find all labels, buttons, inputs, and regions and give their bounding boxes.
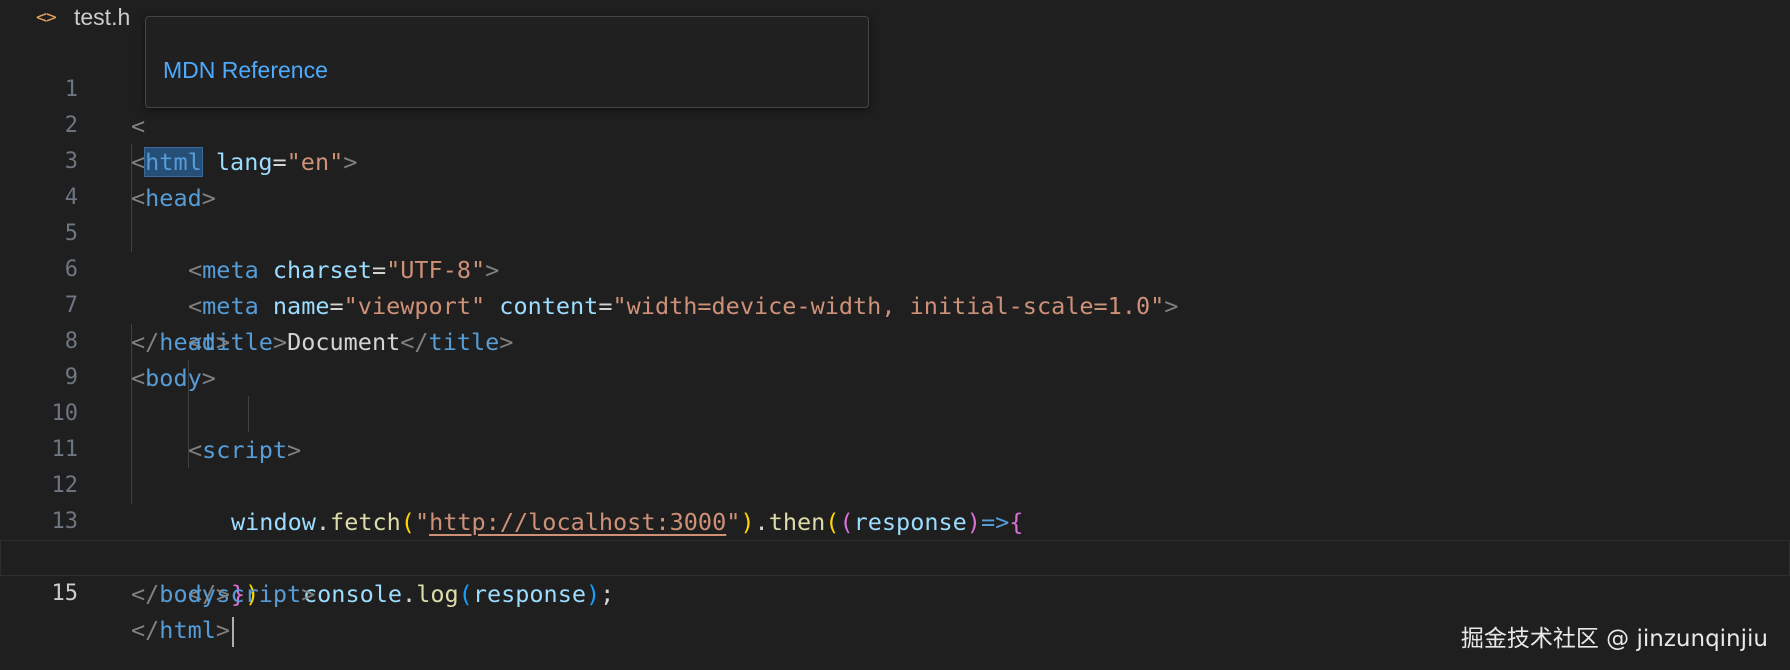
code-line: 11 console.log(response); bbox=[0, 396, 1790, 608]
code-editor[interactable]: 1 < 2 <html lang="en"> 3 <head> 4 <meta … bbox=[0, 16, 1790, 647]
indent-guide bbox=[131, 432, 132, 468]
paren: ) bbox=[586, 580, 601, 608]
indent-guide bbox=[131, 396, 132, 432]
paren: ( bbox=[458, 580, 473, 608]
dot: . bbox=[402, 580, 417, 608]
semicolon: ; bbox=[600, 580, 615, 608]
bracket: </ bbox=[131, 580, 160, 608]
bracket: > bbox=[215, 616, 231, 644]
code-line: 8 <body> bbox=[0, 288, 1790, 392]
hover-widget: MDN Reference bbox=[145, 16, 869, 108]
code-line: 13 </script> bbox=[0, 468, 1790, 608]
indent-guide bbox=[131, 360, 132, 396]
indent-guide bbox=[131, 144, 132, 180]
code-line: 6 <title>Document</title> bbox=[0, 216, 1790, 356]
indent-guide bbox=[188, 396, 189, 432]
bracket: </ bbox=[131, 616, 160, 644]
code-line: 3 <head> bbox=[0, 108, 1790, 212]
code-line: 14 </body> bbox=[0, 504, 1790, 608]
editor-tab[interactable]: <> test.h bbox=[0, 0, 150, 34]
code-line-14: </body> bbox=[131, 576, 230, 612]
indent-guide bbox=[131, 468, 132, 504]
code-line-11: console.log(response); bbox=[303, 576, 614, 612]
indent-guide bbox=[131, 216, 132, 252]
code-line: 5 <meta name="viewport" content="width=d… bbox=[0, 180, 1790, 320]
indent-guide bbox=[188, 432, 189, 468]
code-line: 10 window.fetch("http://localhost:3000")… bbox=[0, 360, 1790, 536]
bracket: > bbox=[301, 580, 316, 608]
html-file-icon: <> bbox=[36, 6, 57, 28]
code-line-15: </html> bbox=[131, 612, 235, 648]
tab-filename: test.h bbox=[74, 3, 131, 30]
code-line: 4 <meta charset="UTF-8"> bbox=[0, 144, 1790, 284]
code-line: 12 }) bbox=[0, 432, 1790, 608]
identifier: console bbox=[303, 580, 403, 608]
text-cursor bbox=[232, 616, 235, 647]
function-name: log bbox=[416, 580, 459, 608]
tag-name: html bbox=[159, 616, 216, 644]
code-line: 7 </head> bbox=[0, 252, 1790, 356]
line-number: 15 bbox=[51, 581, 79, 606]
code-line-current: 15 </html> bbox=[0, 540, 1790, 647]
argument: response bbox=[472, 580, 586, 608]
indent-guide bbox=[188, 360, 189, 396]
code-line: 9 <script> bbox=[0, 324, 1790, 464]
mdn-reference-link[interactable]: MDN Reference bbox=[163, 57, 328, 84]
bracket: > bbox=[215, 580, 231, 608]
indent-guide bbox=[131, 324, 132, 360]
hover-clipped-content bbox=[163, 20, 863, 32]
tag-name: body bbox=[159, 580, 216, 608]
indent-guide bbox=[131, 180, 132, 216]
indent-guide bbox=[248, 396, 249, 432]
watermark: 掘金技术社区 @ jinzunqinjiu bbox=[1460, 626, 1768, 652]
